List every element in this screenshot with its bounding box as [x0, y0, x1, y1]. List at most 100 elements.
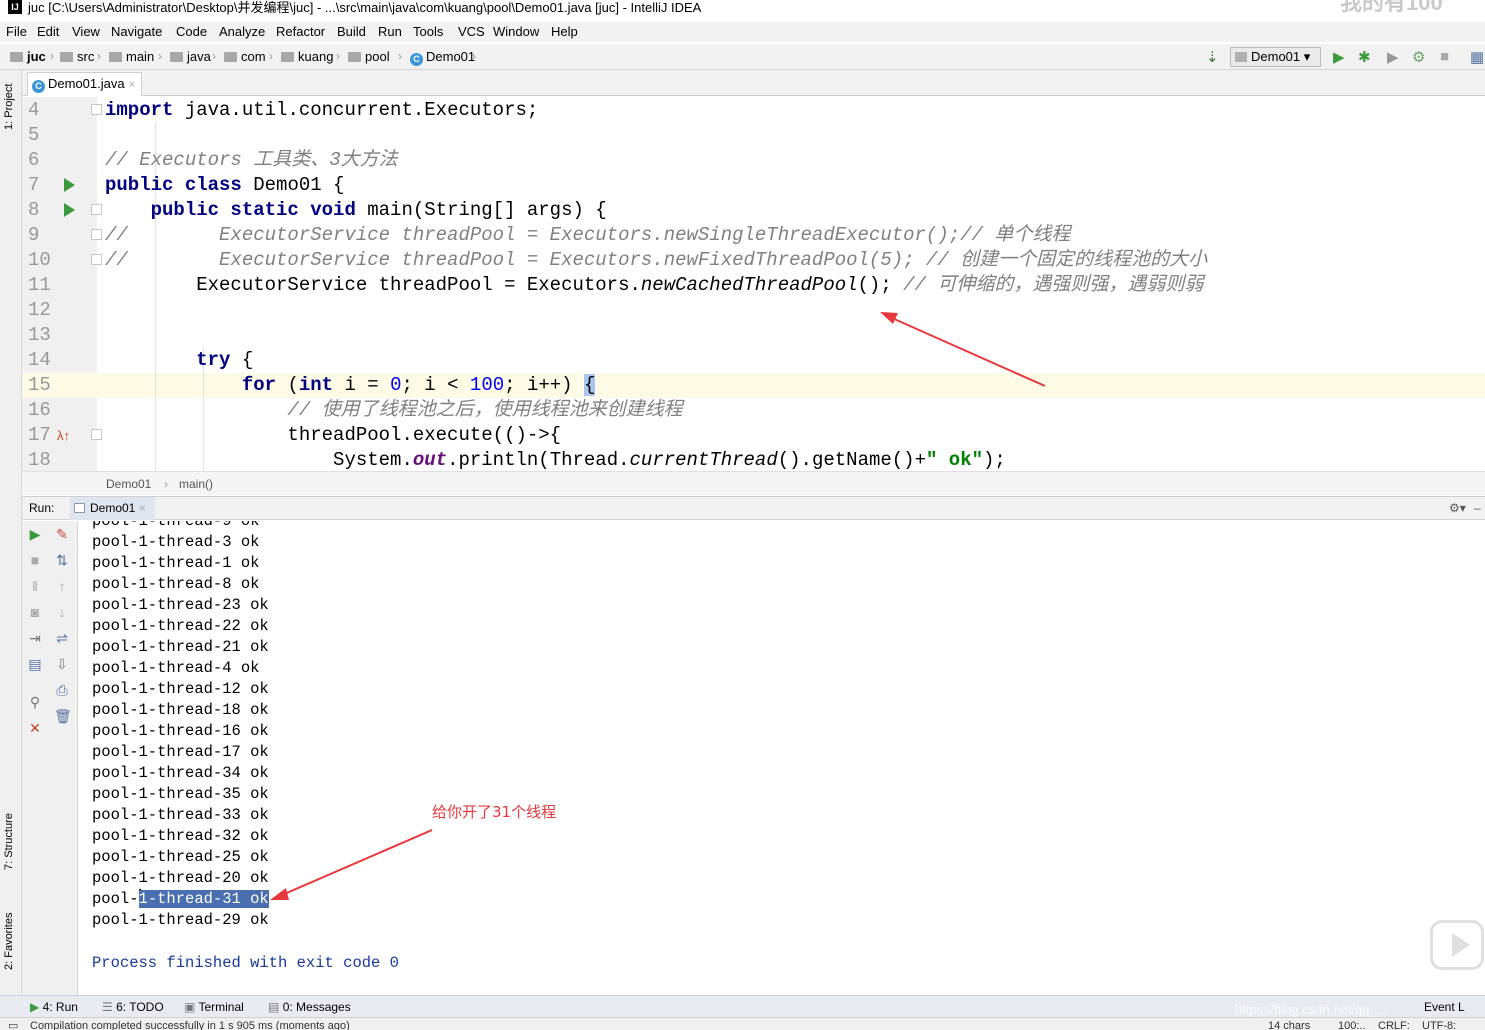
profile-icon[interactable]: ⚙: [1412, 48, 1425, 66]
settings-gear-icon[interactable]: ⚙▾: [1449, 497, 1466, 520]
up-arrow-icon[interactable]: ↑: [54, 578, 70, 594]
close-tab-icon[interactable]: ×: [129, 79, 135, 91]
code-line[interactable]: 10 // ExecutorService threadPool = Execut…: [22, 248, 1485, 273]
line-number: 18: [28, 449, 51, 471]
code-text: // ExecutorService threadPool = Executor…: [105, 249, 1208, 271]
run-config-select[interactable]: Demo01 ▾: [1230, 47, 1321, 67]
line-separator[interactable]: CRLF:: [1378, 1018, 1410, 1030]
print-icon[interactable]: ⎙: [54, 682, 70, 699]
editor-breadcrumb: Demo01 › main(): [22, 471, 1485, 495]
breadcrumb-com[interactable]: com: [224, 49, 266, 64]
menu-refactor[interactable]: Refactor: [276, 24, 325, 39]
code-text: System.out.println(Thread.currentThread(…: [105, 449, 1006, 471]
rerun-icon[interactable]: ▶: [27, 526, 43, 543]
menu-navigate[interactable]: Navigate: [111, 24, 162, 39]
breadcrumb-src[interactable]: src: [60, 49, 94, 64]
console-line: pool-1-thread-31 ok: [92, 889, 269, 908]
todo-tool-button[interactable]: ☰ 6: TODO: [102, 996, 164, 1018]
code-line[interactable]: 4 import java.util.concurrent.Executors;: [22, 98, 1485, 123]
code-line[interactable]: 6 // Executors 工具类、3大方法: [22, 148, 1485, 173]
console-line: pool-1-thread-23 ok: [92, 596, 269, 614]
menu-tools[interactable]: Tools: [413, 24, 443, 39]
selection-count: 14 chars: [1268, 1020, 1311, 1030]
down-arrow-icon[interactable]: ↓: [54, 604, 70, 620]
file-encoding[interactable]: UTF-8:: [1422, 1018, 1456, 1030]
code-line[interactable]: 11 ExecutorService threadPool = Executor…: [22, 273, 1485, 298]
stop-icon[interactable]: ■: [27, 552, 43, 568]
layout-icon[interactable]: ▤: [27, 656, 43, 673]
menu-analyze[interactable]: Analyze: [219, 24, 265, 39]
terminal-tool-button[interactable]: ▣ Terminal: [184, 996, 244, 1018]
camera-icon[interactable]: ◙: [27, 604, 43, 620]
console-line: pool-1-thread-4 ok: [92, 659, 260, 677]
tab-demo01-java[interactable]: C Demo01.java ×: [27, 72, 142, 96]
code-line[interactable]: 17 threadPool.execute(()->{: [22, 423, 1485, 448]
menu-view[interactable]: View: [72, 24, 100, 39]
menu-file[interactable]: File: [6, 24, 27, 39]
coverage-icon[interactable]: ▶: [1387, 48, 1399, 66]
menu-run[interactable]: Run: [378, 24, 402, 39]
code-line[interactable]: 7 public class Demo01 {: [22, 173, 1485, 198]
menu-edit[interactable]: Edit: [37, 24, 59, 39]
pause-icon[interactable]: ‖: [27, 578, 43, 594]
wrap-icon[interactable]: ⇌: [54, 630, 70, 647]
structure-tool-tab[interactable]: 7: Structure: [3, 813, 15, 870]
console-line: pool-1-thread-17 ok: [92, 743, 269, 761]
caret-position[interactable]: 100:..: [1338, 1018, 1366, 1030]
pin-icon[interactable]: ⚲: [27, 694, 43, 711]
debug-icon[interactable]: ✱: [1358, 48, 1371, 66]
code-line[interactable]: 15 for (int i = 0; i < 100; i++) {: [22, 373, 1485, 398]
project-structure-icon[interactable]: ▦: [1470, 48, 1484, 66]
line-number: 13: [28, 324, 51, 346]
code-line[interactable]: 13: [22, 323, 1485, 348]
folder-icon: [281, 52, 294, 62]
url-watermark: https://blog.csdn.net/qq_...: [1235, 1002, 1388, 1017]
line-number: 8: [28, 199, 40, 221]
code-line[interactable]: 12: [22, 298, 1485, 323]
code-line[interactable]: 8 public static void main(String[] args)…: [22, 198, 1485, 223]
edit-config-icon[interactable]: ✎: [54, 526, 70, 543]
menu-window[interactable]: Window: [493, 24, 539, 39]
breadcrumb-class[interactable]: Demo01: [106, 472, 151, 496]
status-icon: ▭: [8, 1020, 19, 1030]
sort-icon[interactable]: ⇅: [54, 552, 70, 569]
run-tab-demo01[interactable]: Demo01 ×: [70, 497, 155, 520]
scroll-end-icon[interactable]: ⇩: [54, 656, 70, 673]
build-icon[interactable]: ⇣: [1206, 48, 1219, 66]
video-play-overlay-icon[interactable]: [1430, 920, 1484, 970]
annotation-text: 给你开了31个线程: [432, 803, 557, 821]
run-tool-button[interactable]: ▶ 4: Run: [30, 996, 78, 1018]
exit-message: Process finished with exit code 0: [92, 954, 399, 972]
breadcrumb-kuang[interactable]: kuang: [281, 49, 333, 64]
favorites-tool-tab[interactable]: 2: Favorites: [3, 913, 15, 970]
menu-help[interactable]: Help: [551, 24, 578, 39]
breadcrumb-pool[interactable]: pool: [348, 49, 390, 64]
breadcrumb-method[interactable]: main(): [179, 472, 213, 496]
code-line[interactable]: 14 try {: [22, 348, 1485, 373]
stop-icon[interactable]: ■: [1440, 48, 1449, 65]
code-line[interactable]: 5: [22, 123, 1485, 148]
messages-tool-button[interactable]: ▤ 0: Messages: [268, 996, 351, 1018]
menu-build[interactable]: Build: [337, 24, 366, 39]
hide-icon[interactable]: –: [1474, 497, 1481, 520]
breadcrumb-demo01[interactable]: C Demo01: [410, 49, 475, 66]
line-number: 4: [28, 99, 40, 121]
code-editor[interactable]: λ↑ 4 import java.util.concurrent.Executor…: [22, 97, 1485, 471]
breadcrumb-juc[interactable]: juc: [10, 49, 46, 64]
window-title: juc [C:\Users\Administrator\Desktop\并发编程…: [28, 0, 702, 15]
project-tool-tab[interactable]: 1: Project: [3, 84, 15, 130]
clear-trash-icon[interactable]: 🗑: [54, 708, 72, 725]
code-line[interactable]: 18 System.out.println(Thread.currentThre…: [22, 448, 1485, 471]
run-icon[interactable]: ▶: [1333, 48, 1345, 66]
menu-code[interactable]: Code: [176, 24, 207, 39]
code-line[interactable]: 16 // 使用了线程池之后，使用线程池来创建线程: [22, 398, 1485, 423]
code-line[interactable]: 9 // ExecutorService threadPool = Executo…: [22, 223, 1485, 248]
menu-vcs[interactable]: VCS: [458, 24, 485, 39]
console-output[interactable]: pool-1-thread-9 ok pool-1-thread-3 ok pool…: [78, 521, 1485, 995]
breadcrumb-main[interactable]: main: [109, 49, 154, 64]
breadcrumb-java[interactable]: java: [170, 49, 211, 64]
close-run-tab-icon[interactable]: ×: [139, 501, 146, 515]
event-log-button[interactable]: Event L: [1424, 996, 1465, 1018]
login-icon[interactable]: ⇥: [27, 630, 43, 647]
close-icon[interactable]: ✕: [27, 720, 43, 737]
